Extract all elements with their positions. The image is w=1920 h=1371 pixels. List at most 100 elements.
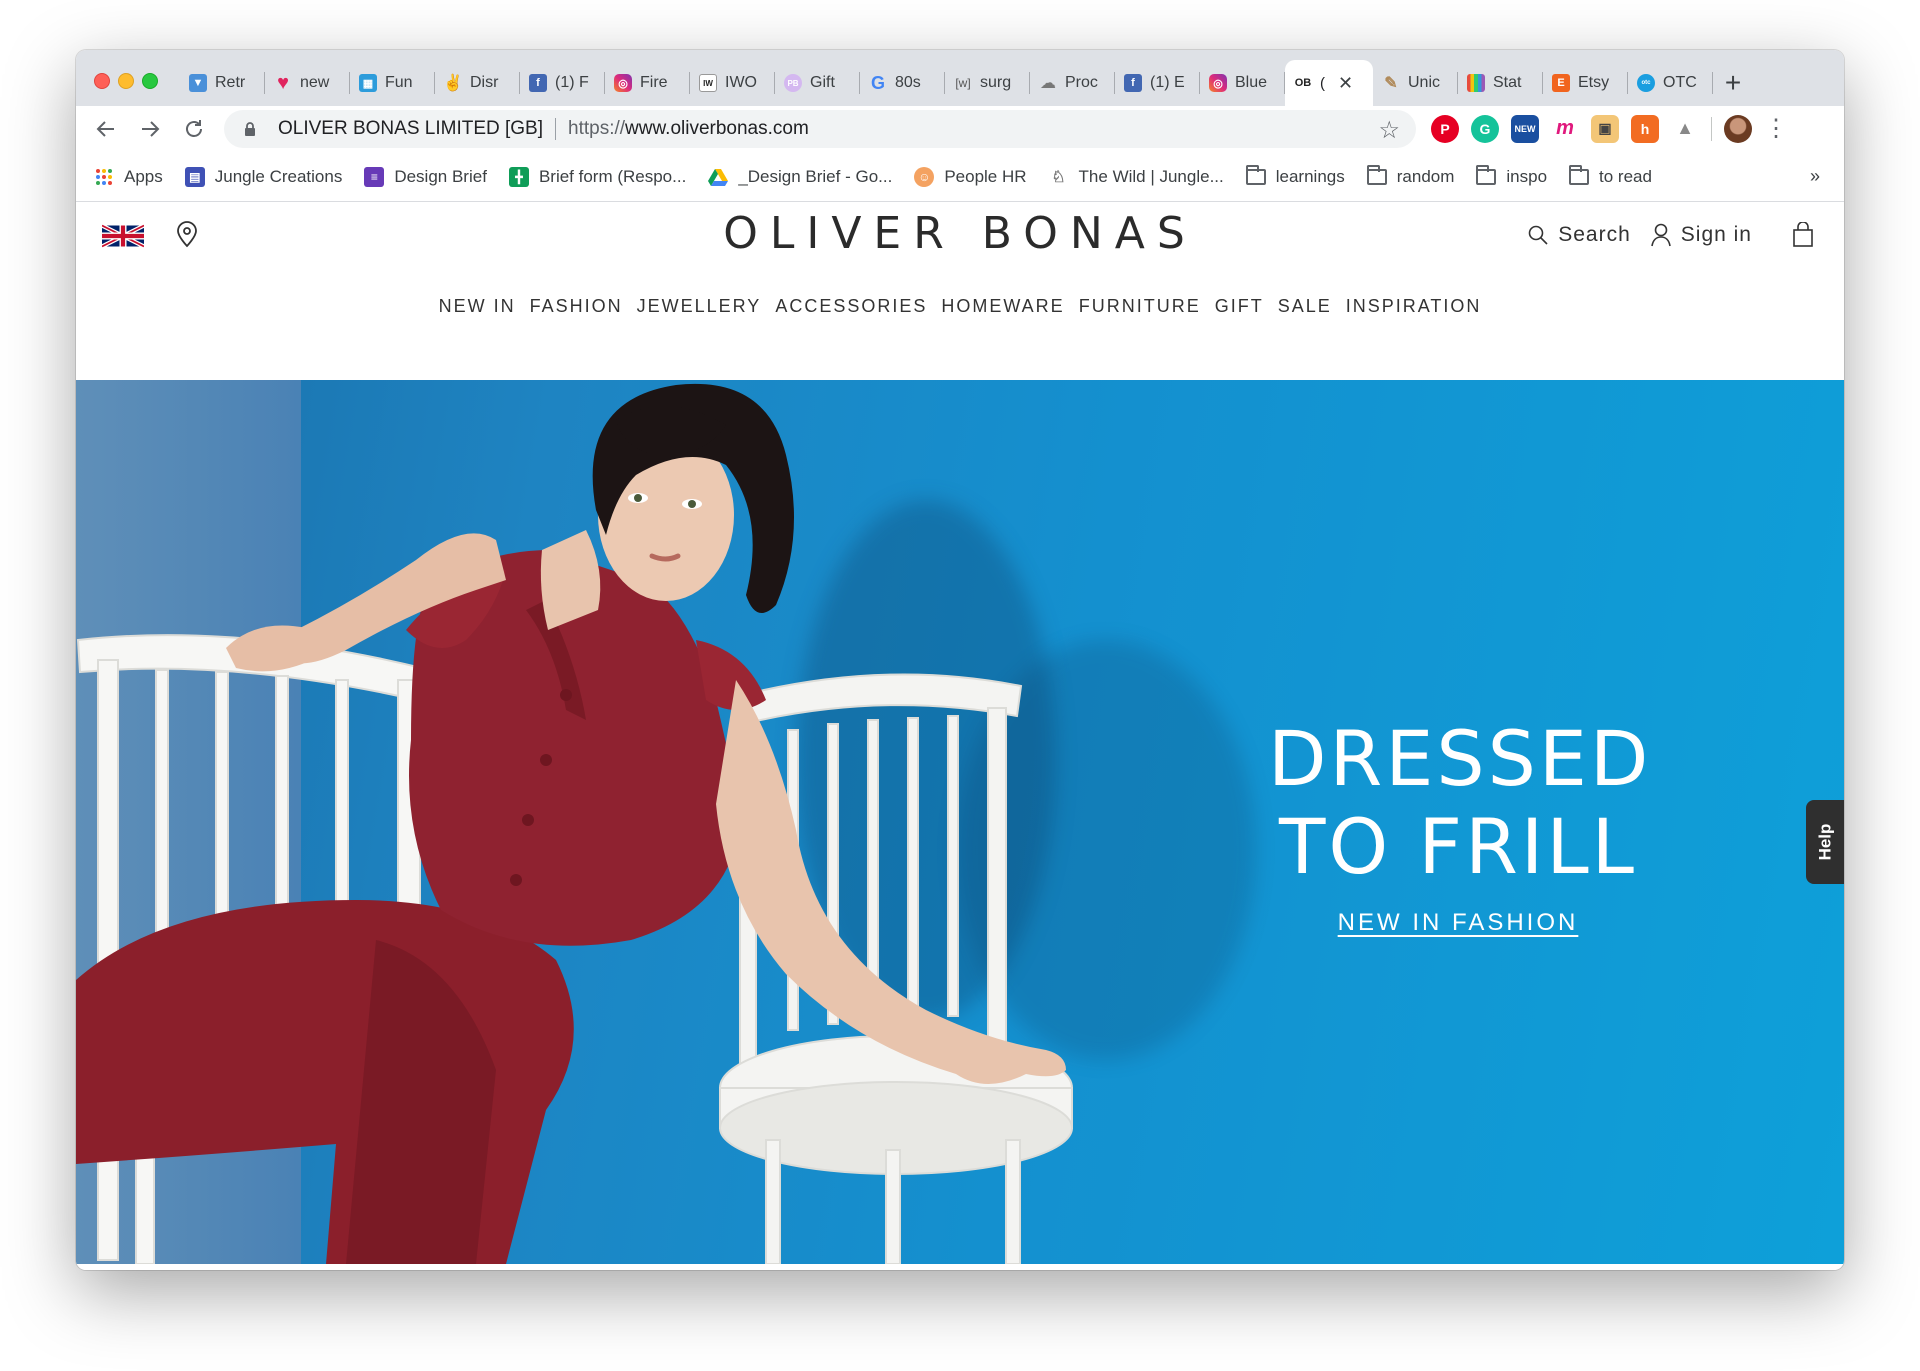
browser-tab[interactable]: ♥ new — [265, 60, 350, 106]
fun-icon: ▦ — [359, 74, 377, 92]
browser-tab[interactable]: ▦ Fun — [350, 60, 435, 106]
browser-tab[interactable]: otc OTC — [1628, 60, 1713, 106]
tab-strip: ▼ Retr ♥ new ▦ Fun ✌ Disr f (1) F ◎ Fire IW IWO… — [76, 50, 1844, 106]
tab-title: Gift — [810, 74, 835, 91]
browser-tab[interactable]: ▼ Retr — [180, 60, 265, 106]
cloud-icon: ☁ — [1040, 75, 1056, 92]
browser-tab-active[interactable]: OBOB(✕ — [1285, 60, 1373, 106]
nav-jewellery[interactable]: JEWELLERY — [637, 296, 762, 317]
tab-title: Fire — [640, 74, 668, 91]
tab-list: ▼ Retr ♥ new ▦ Fun ✌ Disr f (1) F ◎ Fire IW IWO… — [180, 60, 1753, 106]
shopping-bag-icon[interactable] — [1792, 222, 1814, 248]
bookmark-star-icon[interactable]: ☆ — [1378, 116, 1400, 145]
nav-fashion[interactable]: FASHION — [530, 296, 623, 317]
profile-avatar[interactable] — [1724, 114, 1752, 143]
drive-extension-icon[interactable]: ▲ — [1671, 114, 1699, 143]
bookmark-people-hr[interactable]: ☺ People HR — [914, 166, 1027, 187]
bookmark-folder-random[interactable]: random — [1366, 164, 1455, 187]
search-icon — [1528, 225, 1548, 245]
folder-icon — [1245, 164, 1266, 185]
bookmark-apps[interactable]: Apps — [94, 167, 163, 187]
reload-button[interactable] — [172, 107, 216, 151]
nav-furniture[interactable]: FURNITURE — [1079, 296, 1201, 317]
bookmark-label: Jungle Creations — [214, 166, 343, 186]
browser-tab[interactable]: Stat — [1458, 60, 1543, 106]
web-page: OLIVER BONAS Search Sign in NEW IN FASHI… — [76, 202, 1844, 1270]
facebook-icon: f — [1124, 74, 1142, 92]
sign-in-label: Sign in — [1680, 223, 1752, 246]
address-bar[interactable]: OLIVER BONAS LIMITED [GB] https://www.ol… — [224, 110, 1416, 148]
bookmark-label: random — [1396, 166, 1455, 186]
browser-tab[interactable]: IW IWO — [690, 60, 775, 106]
peace-hand-icon: ✌ — [443, 75, 463, 92]
bookmark-brief-form[interactable]: ╋ Brief form (Respo... — [508, 166, 686, 187]
user-icon — [1650, 223, 1671, 247]
pb-icon: PB — [784, 74, 802, 92]
grammarly-icon[interactable]: G — [1471, 114, 1499, 143]
w-bracket-icon: [w] — [955, 76, 971, 90]
nav-gift[interactable]: GIFT — [1215, 296, 1264, 317]
bookmark-design-brief-doc[interactable]: _Design Brief - Go... — [708, 167, 892, 187]
browser-tab[interactable]: [w] surg — [945, 60, 1030, 106]
google-icon: G — [870, 72, 885, 93]
browser-tab[interactable]: f (1) F — [520, 60, 605, 106]
site-header: OLIVER BONAS Search Sign in — [76, 202, 1844, 280]
browser-tab[interactable]: f (1) E — [1115, 60, 1200, 106]
lock-icon[interactable] — [242, 121, 258, 137]
pencil-icon: ✎ — [1384, 75, 1398, 92]
wild-icon: ♘ — [1051, 168, 1066, 186]
close-tab-icon[interactable]: ✕ — [1338, 74, 1353, 92]
honey-extension-icon[interactable]: h — [1631, 114, 1659, 143]
browser-tab[interactable]: E Etsy — [1543, 60, 1628, 106]
browser-tab[interactable]: ◎ Blue — [1200, 60, 1285, 106]
forward-arrow-icon — [142, 121, 160, 137]
folder-icon — [1569, 164, 1590, 185]
browser-tab[interactable]: ☁ Proc — [1030, 60, 1115, 106]
search-label: Search — [1558, 223, 1631, 246]
browser-tab[interactable]: PB Gift — [775, 60, 860, 106]
bookmark-the-wild[interactable]: ♘ The Wild | Jungle... — [1049, 167, 1223, 187]
browser-toolbar: OLIVER BONAS LIMITED [GB] https://www.ol… — [76, 106, 1844, 152]
forward-button[interactable] — [128, 107, 172, 151]
minimize-window-button[interactable] — [118, 73, 134, 89]
hero-text-block: DRESSED TO FRILL NEW IN FASHION — [1268, 715, 1648, 937]
nav-accessories[interactable]: ACCESSORIES — [775, 296, 927, 317]
new-tab-button[interactable]: + — [1713, 60, 1753, 106]
close-window-button[interactable] — [94, 73, 110, 89]
back-button[interactable] — [84, 107, 128, 151]
clipboard-extension-icon[interactable]: ▣ — [1591, 114, 1619, 143]
new-in-fashion-link[interactable]: NEW IN FASHION — [1338, 909, 1579, 937]
bookmark-folder-learnings[interactable]: learnings — [1245, 164, 1345, 187]
browser-tab[interactable]: ✎ Unic — [1373, 60, 1458, 106]
tab-title: Unic — [1408, 74, 1441, 91]
browser-tab[interactable]: ◎ Fire — [605, 60, 690, 106]
bookmark-design-brief[interactable]: ≡ Design Brief — [364, 166, 487, 187]
tab-title: Fun — [385, 74, 413, 91]
nav-new-in[interactable]: NEW IN — [439, 296, 516, 317]
zoom-window-button[interactable] — [142, 73, 158, 89]
bookmarks-overflow-button[interactable]: » — [1810, 166, 1820, 187]
tab-title: Blue — [1235, 74, 1268, 91]
browser-tab[interactable]: G 80s — [860, 60, 945, 106]
nav-homeware[interactable]: HOMEWARE — [941, 296, 1064, 317]
hero-banner[interactable]: DRESSED TO FRILL NEW IN FASHION Help — [76, 380, 1844, 1264]
tab-title: (1) E — [1150, 74, 1185, 91]
news-extension-icon[interactable]: NEW — [1511, 114, 1539, 143]
browser-menu-icon[interactable]: ⋮ — [1764, 114, 1788, 143]
pinterest-icon[interactable]: P — [1431, 114, 1459, 143]
sign-in-button[interactable]: Sign in — [1650, 223, 1752, 247]
bookmark-folder-to-read[interactable]: to read — [1569, 164, 1652, 187]
m-extension-icon[interactable]: m — [1551, 114, 1579, 143]
help-tab-button[interactable]: Help — [1806, 800, 1844, 884]
ob-icon: OB — [1294, 77, 1312, 89]
tshirt-icon: ▼ — [189, 74, 207, 92]
bookmark-jungle-creations[interactable]: ▤ Jungle Creations — [184, 166, 343, 187]
bookmark-label: People HR — [944, 166, 1027, 186]
browser-tab[interactable]: ✌ Disr — [435, 60, 520, 106]
apps-grid-icon — [94, 167, 114, 187]
nav-inspiration[interactable]: INSPIRATION — [1346, 296, 1482, 317]
nav-sale[interactable]: SALE — [1278, 296, 1332, 317]
forms-icon: ≡ — [364, 166, 385, 187]
search-button[interactable]: Search — [1528, 223, 1631, 247]
bookmark-folder-inspo[interactable]: inspo — [1476, 164, 1547, 187]
